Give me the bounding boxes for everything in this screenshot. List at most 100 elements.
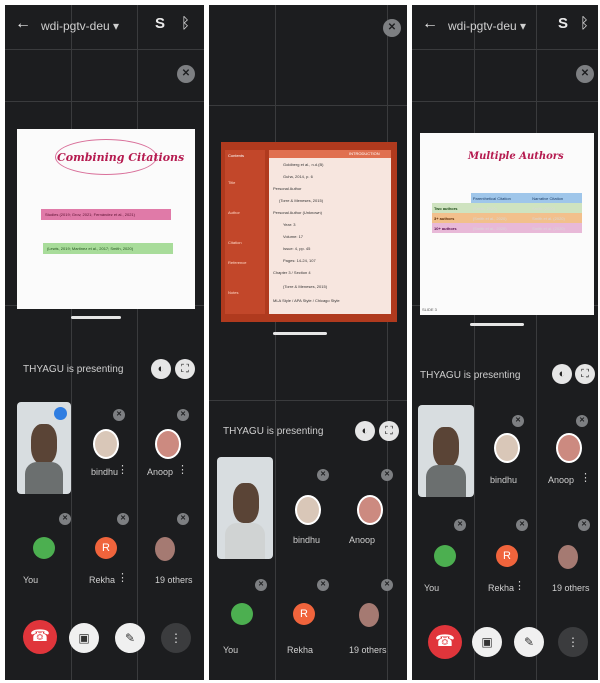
table-header-cell (432, 193, 471, 203)
meet-screen-2: ✕ Contents Title Author Citation Referen… (209, 5, 407, 680)
switch-camera-icon[interactable]: S (155, 15, 165, 32)
slide-title: Combining Citations (57, 151, 185, 164)
citation-bar-pink: Studies (2019; Grov, 2021; Fernández et … (41, 209, 171, 220)
slide-title: Multiple Authors (468, 151, 564, 162)
participant-avatar-bindhu[interactable] (494, 433, 520, 463)
switch-camera-icon[interactable]: S (558, 15, 568, 32)
participant-name: You (23, 575, 39, 585)
side-item: Reference (228, 260, 247, 265)
mic-off-icon: ✕ (317, 579, 329, 591)
participant-name: bindhu (490, 475, 518, 485)
participant-shirt (426, 465, 466, 497)
citation-bar-green: (Lewis, 2019; Martinez et al., 2017; Smi… (43, 243, 173, 254)
table-cell: (Smith, 2020) (472, 205, 497, 211)
pin-icon[interactable]: ◐ (355, 421, 375, 441)
grid-line (137, 5, 138, 680)
caret-down-icon: ▾ (113, 19, 120, 33)
mic-toggle-button[interactable]: ✎ (514, 627, 544, 657)
grid-line (412, 101, 598, 102)
side-item: Notes (228, 290, 239, 295)
top-bar: ← wdi-pgtv-deu ▾ S ᛒ (412, 5, 598, 49)
participant-name: 19 others (552, 583, 590, 593)
pin-icon[interactable]: ◐ (552, 364, 572, 384)
participant-avatar-bindhu[interactable] (295, 495, 321, 525)
content-line: (Torre & Meneses, 2015) (283, 284, 328, 289)
more-options-icon[interactable]: ⋮ (580, 471, 591, 484)
participant-avatar-anoop[interactable] (357, 495, 383, 525)
others-avatar[interactable] (558, 545, 578, 569)
more-options-button[interactable]: ⋮ (161, 623, 191, 653)
participant-avatar-bindhu[interactable] (93, 429, 119, 459)
end-call-button[interactable]: ☎ (428, 625, 462, 659)
participant-video-tile[interactable] (217, 457, 273, 559)
grid-line (209, 105, 407, 106)
participant-avatar-rekha[interactable]: R (95, 537, 117, 559)
mic-off-icon: ✕ (454, 519, 466, 531)
more-options-icon[interactable]: ⋮ (117, 571, 128, 584)
participant-avatar-anoop[interactable] (556, 433, 582, 463)
side-item: Citation (228, 240, 242, 245)
pin-icon[interactable]: ◐ (151, 359, 171, 379)
caret-down-icon: ▾ (520, 19, 527, 33)
table-cell: (Smith et al., 2020) (472, 215, 507, 221)
page-indicator (71, 316, 121, 319)
more-options-icon[interactable]: ⋮ (177, 463, 188, 476)
camera-off-button[interactable]: ▣ (69, 623, 99, 653)
participant-face (233, 483, 259, 523)
grid-line (474, 5, 475, 680)
participant-name: bindhu (91, 467, 119, 477)
back-arrow-icon[interactable]: ← (422, 15, 438, 33)
meeting-code[interactable]: wdi-pgtv-deu ▾ (448, 19, 526, 33)
participant-avatar-rekha[interactable]: R (496, 545, 518, 567)
participant-video-tile[interactable] (418, 405, 474, 497)
end-call-button[interactable]: ☎ (23, 620, 57, 654)
participant-avatar-rekha[interactable]: R (293, 603, 315, 625)
table-header-cell: Parenthetical Citation (470, 193, 531, 203)
top-bar: ← wdi-pgtv-deu ▾ S ᛒ (5, 5, 204, 49)
participant-name: 19 others (349, 645, 387, 655)
table-header-cell: Narrative Citation (530, 193, 582, 203)
presenter-mic-off-icon: ✕ (383, 19, 401, 37)
grid-line (536, 5, 537, 680)
fullscreen-icon[interactable]: ⛶ (379, 421, 399, 441)
slide-side-panel: Contents Title Author Citation Reference… (225, 150, 265, 314)
content-line: Year: 3 (283, 222, 296, 227)
meeting-code[interactable]: wdi-pgtv-deu ▾ (41, 19, 119, 33)
participant-avatar-you[interactable] (33, 537, 55, 559)
meeting-code-text: wdi-pgtv-deu (448, 19, 517, 33)
mic-off-icon: ✕ (576, 415, 588, 427)
mic-off-icon: ✕ (578, 519, 590, 531)
mic-off-icon: ✕ (516, 519, 528, 531)
slide-content-panel: INTRODUCTION Goldberg et al., n.d.(B) Gu… (269, 150, 391, 314)
fullscreen-icon[interactable]: ⛶ (575, 364, 595, 384)
content-header-bar: INTRODUCTION (269, 150, 391, 158)
bluetooth-audio-icon[interactable]: ᛒ (580, 15, 589, 32)
table-row: Two authors (Smith, 2020) Smith (2020) (432, 203, 582, 213)
mic-toggle-button[interactable]: ✎ (115, 623, 145, 653)
table-cell: Smith et al. (2020) (532, 215, 565, 221)
meet-screen-3: ← wdi-pgtv-deu ▾ S ᛒ ✕ Multiple Authors … (412, 5, 598, 680)
grid-line (5, 49, 204, 50)
camera-off-button[interactable]: ▣ (472, 627, 502, 657)
grid-line (5, 101, 204, 102)
fullscreen-icon[interactable]: ⛶ (175, 359, 195, 379)
others-avatar[interactable] (359, 603, 379, 627)
content-line: Personal Author (Unknown) (273, 210, 322, 215)
table-row: 10+ authors (Smith et al., 2020) Smith e… (432, 223, 582, 233)
participant-avatar-anoop[interactable] (155, 429, 181, 459)
mic-off-icon: ✕ (512, 415, 524, 427)
participant-name: Anoop (548, 475, 575, 485)
more-options-button[interactable]: ⋮ (558, 627, 588, 657)
back-arrow-icon[interactable]: ← (15, 15, 31, 33)
participant-avatar-you[interactable] (231, 603, 253, 625)
content-line: Personal Author (273, 186, 302, 191)
slide-footer: SLIDE 3 (422, 307, 437, 312)
shared-slide: Combining Citations Studies (2019; Grov,… (17, 129, 195, 309)
participant-avatar-you[interactable] (434, 545, 456, 567)
mic-off-icon: ✕ (317, 469, 329, 481)
more-options-icon[interactable]: ⋮ (514, 579, 525, 592)
bluetooth-audio-icon[interactable]: ᛒ (181, 15, 190, 32)
more-options-icon[interactable]: ⋮ (117, 463, 128, 476)
grid-line (275, 5, 276, 680)
others-avatar[interactable] (155, 537, 175, 561)
